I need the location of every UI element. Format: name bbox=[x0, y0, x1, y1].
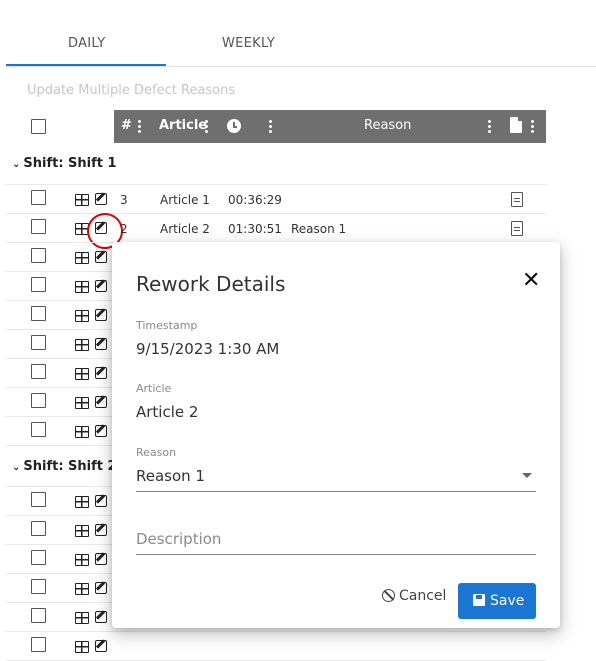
edit-icon[interactable] bbox=[95, 582, 107, 594]
row-checkbox[interactable] bbox=[31, 393, 46, 408]
timestamp-label: Timestamp bbox=[136, 319, 198, 332]
tab-daily[interactable]: DAILY bbox=[68, 36, 105, 51]
clock-icon bbox=[227, 119, 241, 133]
edit-icon[interactable] bbox=[95, 338, 107, 350]
save-button[interactable]: Save bbox=[458, 583, 536, 619]
table-icon[interactable] bbox=[75, 397, 89, 409]
row-checkbox[interactable] bbox=[31, 422, 46, 437]
column-menu-icon[interactable] bbox=[269, 120, 273, 135]
row-article: Article 1 bbox=[160, 193, 210, 207]
row-checkbox[interactable] bbox=[31, 492, 46, 507]
dialog-title: Rework Details bbox=[136, 272, 286, 296]
document-icon[interactable] bbox=[511, 192, 523, 207]
row-checkbox[interactable] bbox=[31, 248, 46, 263]
column-header-reason[interactable]: Reason bbox=[364, 118, 411, 133]
row-checkbox[interactable] bbox=[31, 335, 46, 350]
table-icon[interactable] bbox=[75, 612, 89, 624]
row-reason: Reason 1 bbox=[291, 222, 347, 236]
article-label: Article bbox=[136, 382, 172, 395]
document-icon bbox=[510, 117, 522, 133]
edit-icon[interactable] bbox=[95, 309, 107, 321]
edit-icon[interactable] bbox=[95, 640, 107, 652]
divider bbox=[6, 184, 546, 185]
edit-icon[interactable] bbox=[95, 553, 107, 565]
edit-icon[interactable] bbox=[95, 611, 107, 623]
chevron-down-icon: ⌄ bbox=[12, 159, 21, 170]
cancel-label: Cancel bbox=[399, 588, 447, 604]
group-header-shift-2[interactable]: ⌄ Shift: Shift 2 bbox=[12, 459, 117, 474]
edit-icon[interactable] bbox=[95, 425, 107, 437]
close-icon[interactable]: ✕ bbox=[522, 270, 540, 292]
edit-icon[interactable] bbox=[95, 251, 107, 263]
table-header: # Article Reason bbox=[114, 110, 546, 143]
cancel-button[interactable]: Cancel bbox=[382, 588, 446, 604]
row-article: Article 2 bbox=[160, 222, 210, 236]
edit-icon[interactable] bbox=[95, 524, 107, 536]
row-checkbox[interactable] bbox=[31, 364, 46, 379]
article-value: Article 2 bbox=[136, 403, 199, 421]
save-label: Save bbox=[490, 593, 525, 609]
description-field[interactable] bbox=[136, 524, 536, 555]
reason-select[interactable]: Reason 1 bbox=[136, 467, 205, 485]
table-icon[interactable] bbox=[75, 554, 89, 566]
row-time: 00:36:29 bbox=[228, 193, 282, 207]
rework-details-dialog: Rework Details ✕ Timestamp 9/15/2023 1:3… bbox=[112, 242, 560, 628]
column-menu-icon[interactable] bbox=[488, 120, 492, 135]
edit-icon[interactable] bbox=[95, 280, 107, 292]
row-checkbox[interactable] bbox=[31, 277, 46, 292]
column-menu-icon[interactable] bbox=[531, 120, 535, 135]
row-checkbox[interactable] bbox=[31, 306, 46, 321]
column-header-article[interactable]: Article bbox=[159, 118, 207, 133]
row-number: 2 bbox=[120, 222, 128, 236]
divider bbox=[6, 631, 546, 632]
chevron-down-icon[interactable] bbox=[522, 473, 532, 478]
save-icon bbox=[473, 594, 485, 606]
row-time: 01:30:51 bbox=[228, 222, 282, 236]
group-label: Shift: Shift 1 bbox=[23, 156, 117, 171]
update-multiple-defect-reasons-button[interactable]: Update Multiple Defect Reasons bbox=[27, 83, 235, 98]
row-checkbox[interactable] bbox=[31, 521, 46, 536]
group-header-shift-1[interactable]: ⌄ Shift: Shift 1 bbox=[12, 156, 117, 171]
row-checkbox[interactable] bbox=[31, 579, 46, 594]
edit-icon[interactable] bbox=[95, 495, 107, 507]
table-icon[interactable] bbox=[75, 368, 89, 380]
column-header-number[interactable]: # bbox=[121, 118, 132, 133]
column-menu-icon[interactable] bbox=[138, 120, 142, 135]
table-icon[interactable] bbox=[75, 252, 89, 264]
edit-icon[interactable] bbox=[95, 396, 107, 408]
select-all-checkbox[interactable] bbox=[31, 119, 46, 134]
table-icon[interactable] bbox=[75, 194, 89, 206]
table-icon[interactable] bbox=[75, 641, 89, 653]
tab-divider bbox=[6, 66, 596, 67]
row-checkbox[interactable] bbox=[31, 190, 46, 205]
table-icon[interactable] bbox=[75, 583, 89, 595]
column-menu-icon[interactable] bbox=[205, 120, 209, 135]
table-icon[interactable] bbox=[75, 496, 89, 508]
table-icon[interactable] bbox=[75, 310, 89, 322]
row-checkbox[interactable] bbox=[31, 608, 46, 623]
row-number: 3 bbox=[120, 193, 128, 207]
reason-label: Reason bbox=[136, 446, 177, 459]
row-checkbox[interactable] bbox=[31, 219, 46, 234]
tab-weekly[interactable]: WEEKLY bbox=[222, 36, 275, 51]
edit-icon[interactable] bbox=[95, 193, 107, 205]
reason-select-underline bbox=[136, 491, 536, 492]
row-checkbox[interactable] bbox=[31, 550, 46, 565]
document-icon[interactable] bbox=[511, 221, 523, 236]
ban-icon bbox=[382, 589, 395, 602]
table-icon[interactable] bbox=[75, 339, 89, 351]
table-icon[interactable] bbox=[75, 281, 89, 293]
group-label: Shift: Shift 2 bbox=[23, 459, 117, 474]
table-icon[interactable] bbox=[75, 525, 89, 537]
chevron-down-icon: ⌄ bbox=[12, 462, 21, 473]
edit-icon[interactable] bbox=[95, 367, 107, 379]
divider bbox=[6, 213, 546, 214]
table-icon[interactable] bbox=[75, 426, 89, 438]
timestamp-value: 9/15/2023 1:30 AM bbox=[136, 340, 280, 358]
